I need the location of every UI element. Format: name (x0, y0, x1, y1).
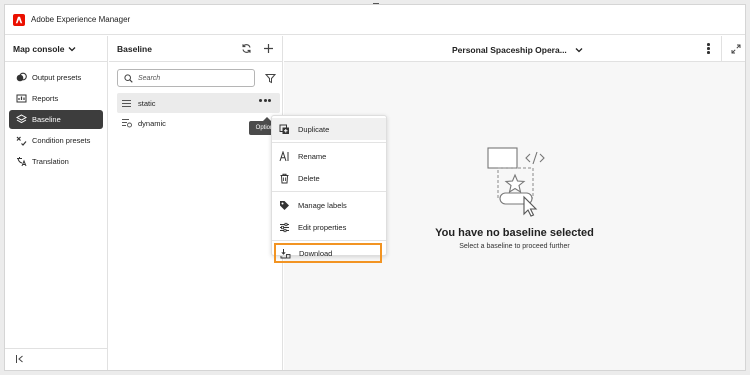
chevron-down-icon (68, 44, 76, 54)
nav-list: Output presets Reports Baseline Conditio… (5, 62, 107, 171)
menu-item-delete[interactable]: Delete (272, 167, 386, 189)
menu-item-label: Edit properties (298, 222, 347, 232)
expand-icon[interactable] (731, 44, 741, 54)
filter-icon[interactable] (265, 73, 276, 84)
adobe-logo-icon (13, 13, 25, 26)
nav-item-reports[interactable]: Reports (9, 89, 103, 108)
baseline-static-icon (121, 99, 132, 108)
translation-icon (15, 156, 27, 168)
add-icon[interactable] (263, 43, 274, 56)
menu-item-manage-labels[interactable]: Manage labels (272, 194, 386, 216)
context-menu: Duplicate Rename Delete Manage labels Ed… (271, 115, 387, 263)
nav-item-baseline[interactable]: Baseline (9, 110, 103, 129)
menu-item-label: Delete (298, 173, 320, 183)
search-placeholder: Search (138, 74, 161, 82)
nav-item-label: Output presets (32, 73, 82, 82)
nav-item-output-presets[interactable]: Output presets (9, 68, 103, 87)
menu-item-label: Manage labels (298, 200, 347, 210)
map-title: Personal Spaceship Opera... (452, 45, 567, 55)
more-vertical-icon[interactable] (707, 43, 710, 54)
left-nav: Map console Output presets Reports Basel… (5, 36, 108, 370)
search-row: Search (109, 62, 282, 87)
baseline-item-static[interactable]: static (117, 93, 280, 113)
search-icon (124, 73, 133, 83)
output-presets-icon (15, 72, 27, 84)
menu-item-label: Rename (298, 151, 327, 161)
nav-item-label: Reports (32, 94, 59, 103)
menu-item-duplicate[interactable]: Duplicate (272, 118, 386, 140)
menu-divider (272, 240, 386, 241)
duplicate-icon (278, 123, 290, 135)
label-icon (278, 199, 290, 211)
empty-state-illustration (487, 147, 545, 217)
baseline-panel-title: Baseline (117, 43, 152, 54)
baseline-panel-header: Baseline (109, 36, 282, 62)
menu-divider (272, 191, 386, 192)
delete-icon (278, 172, 290, 184)
collapse-nav-button[interactable] (5, 348, 107, 370)
nav-item-label: Baseline (32, 115, 61, 124)
baseline-item-label: static (138, 98, 156, 108)
reports-icon (15, 93, 27, 105)
search-input[interactable]: Search (117, 69, 255, 87)
map-title-dropdown[interactable]: Personal Spaceship Opera... (452, 45, 583, 55)
nav-item-label: Condition presets (32, 136, 91, 145)
app-window: Adobe Experience Manager Map console Out… (4, 4, 746, 371)
nav-item-translation[interactable]: Translation (9, 152, 103, 171)
baseline-panel: Baseline Search static dynamic Options (109, 36, 283, 370)
map-console-label: Map console (13, 43, 65, 54)
menu-item-rename[interactable]: Rename (272, 145, 386, 167)
collapse-left-icon (15, 354, 25, 366)
baseline-panel-actions (241, 43, 274, 56)
header-divider (721, 36, 722, 62)
app-header: Adobe Experience Manager (5, 5, 745, 35)
menu-item-label: Duplicate (298, 124, 330, 134)
properties-icon (278, 221, 290, 233)
condition-presets-icon (15, 135, 27, 147)
map-console-dropdown[interactable]: Map console (5, 36, 107, 62)
menu-item-download[interactable]: Download (274, 243, 382, 263)
app-title: Adobe Experience Manager (31, 15, 131, 24)
baseline-icon (15, 114, 27, 126)
rename-icon (278, 150, 290, 162)
nav-item-label: Translation (32, 157, 69, 166)
menu-item-edit-properties[interactable]: Edit properties (272, 216, 386, 238)
more-options-icon[interactable] (259, 99, 271, 102)
download-icon (279, 247, 291, 259)
refresh-icon[interactable] (241, 43, 252, 56)
baseline-item-label: dynamic (138, 118, 166, 128)
menu-item-label: Download (299, 248, 333, 258)
nav-item-condition-presets[interactable]: Condition presets (9, 131, 103, 150)
chevron-down-icon (575, 47, 583, 53)
baseline-dynamic-icon (121, 118, 132, 128)
menu-divider (272, 142, 386, 143)
main-header: Personal Spaceship Opera... (284, 36, 745, 62)
